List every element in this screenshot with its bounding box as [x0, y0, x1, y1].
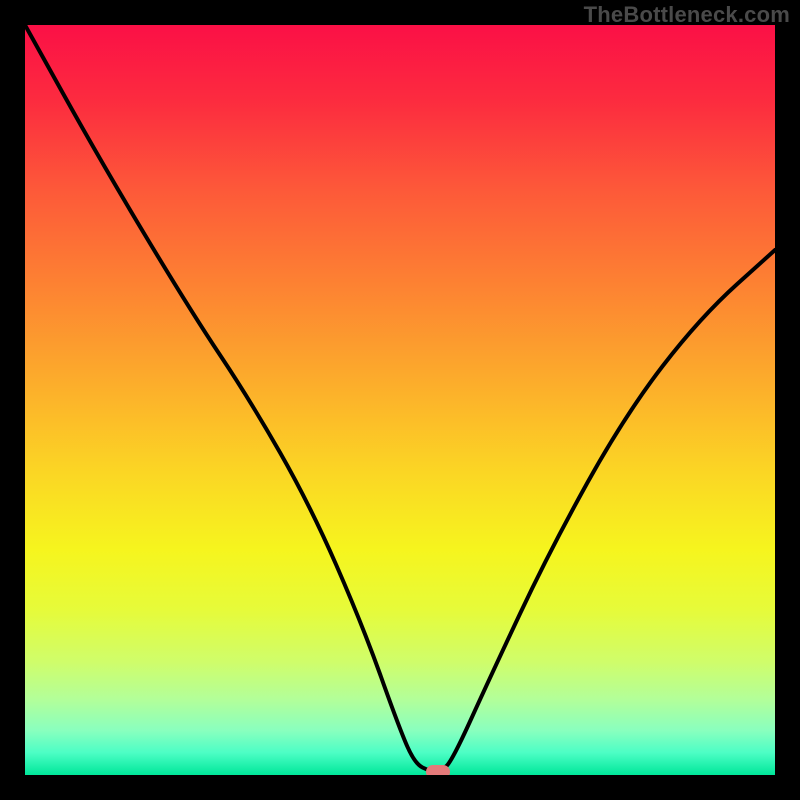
gradient-background — [25, 25, 775, 775]
chart-svg — [25, 25, 775, 775]
watermark-text: TheBottleneck.com — [584, 2, 790, 28]
chart-frame: TheBottleneck.com — [0, 0, 800, 800]
plot-area — [25, 25, 775, 775]
optimum-marker — [426, 765, 450, 775]
